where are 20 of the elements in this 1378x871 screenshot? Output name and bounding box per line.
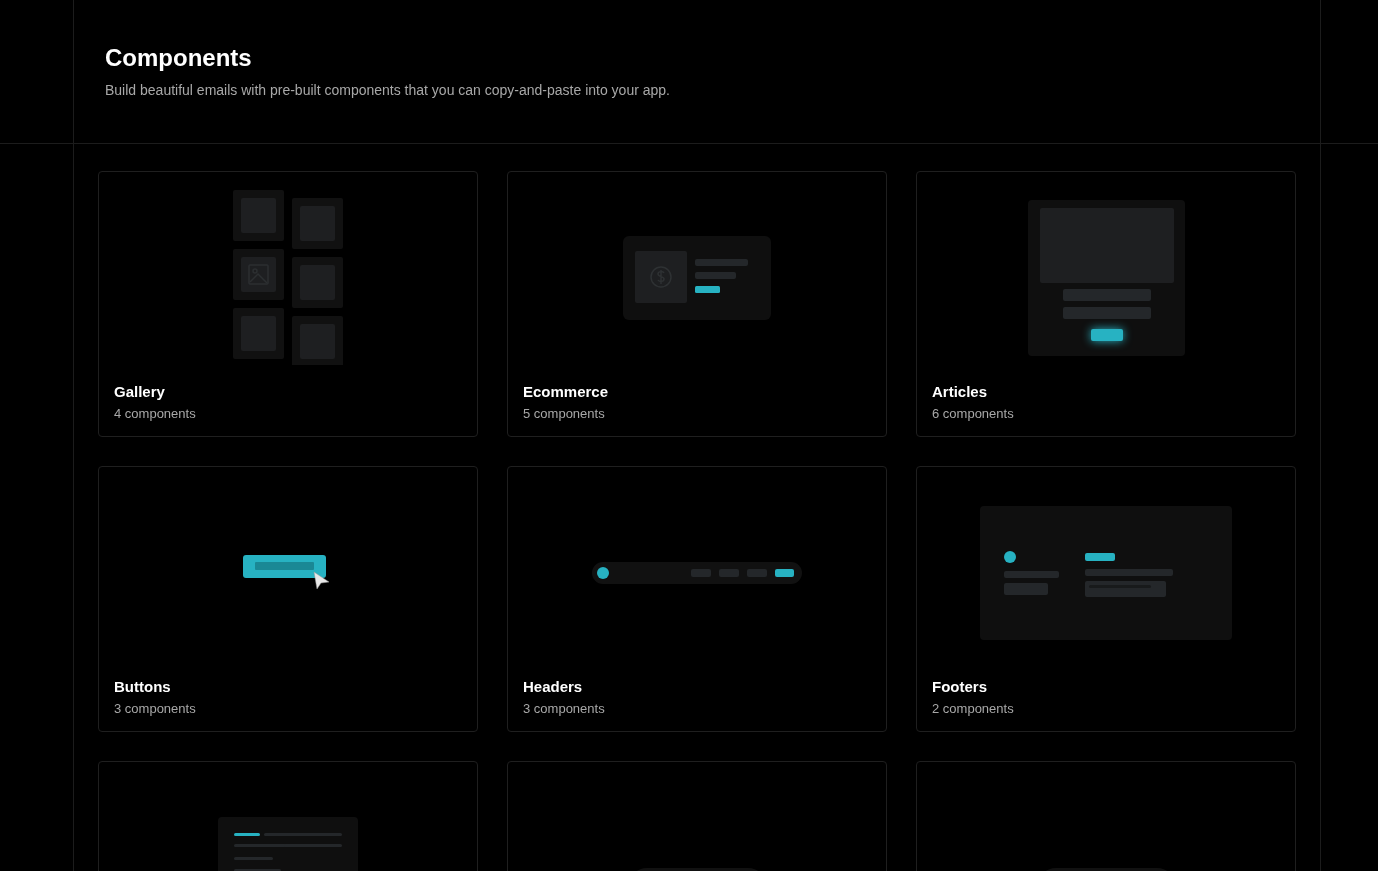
component-card[interactable]: Articles 6 components xyxy=(916,171,1296,437)
card-title: Articles xyxy=(932,383,989,400)
component-card[interactable]: Headers 3 components xyxy=(507,466,887,732)
component-card[interactable]: Gallery 4 components xyxy=(98,171,478,437)
page-subtitle: Build beautiful emails with pre-built components that you can copy-and-paste into your app. xyxy=(105,82,671,98)
card-title: Headers xyxy=(523,678,584,695)
component-count: 6 components xyxy=(932,406,1015,421)
component-count: 4 components xyxy=(114,406,197,421)
component-count: 3 components xyxy=(523,701,606,716)
component-card[interactable]: Ecommerce 5 components xyxy=(507,171,887,437)
page-title: Components xyxy=(105,44,253,72)
component-card[interactable]: Buttons 3 components xyxy=(98,466,478,732)
component-count: 5 components xyxy=(523,406,606,421)
card-title: Buttons xyxy=(114,678,172,695)
card-title: Gallery xyxy=(114,383,166,400)
component-count: 2 components xyxy=(932,701,1015,716)
card-title: Footers xyxy=(932,678,988,695)
card-title: Ecommerce xyxy=(523,383,610,400)
component-card[interactable]: Footers 2 components xyxy=(916,466,1296,732)
component-count: 3 components xyxy=(114,701,197,716)
